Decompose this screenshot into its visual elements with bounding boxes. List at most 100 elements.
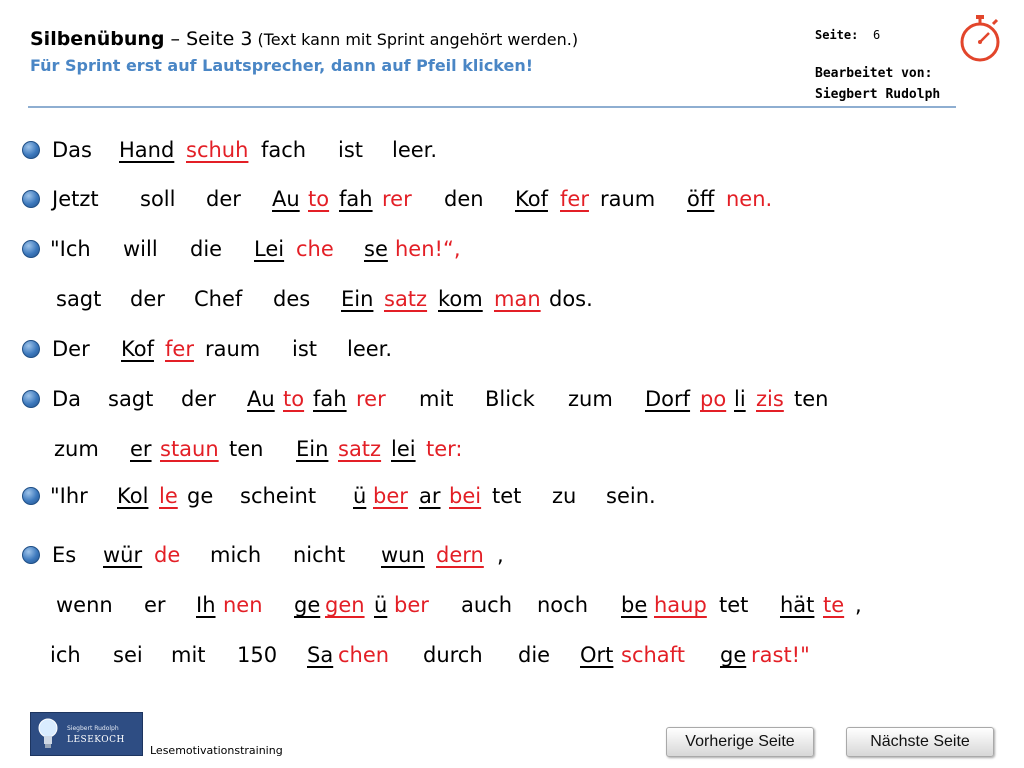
syllable: Chef: [194, 287, 243, 311]
syllable: Jetzt: [52, 187, 99, 211]
syllable: nen.: [726, 187, 773, 211]
syllable: te: [823, 593, 845, 617]
syllable: die: [190, 237, 223, 261]
syllable: mich: [210, 543, 262, 567]
syllable: Sa: [307, 643, 334, 667]
syllable: Au: [272, 187, 300, 211]
syllable: rer: [356, 387, 386, 411]
syllable: Ih: [196, 593, 216, 617]
sphere-bullet-icon[interactable]: [22, 340, 40, 358]
syllable: sein.: [606, 484, 656, 508]
syllable: ich: [50, 643, 81, 667]
syllable: nicht: [293, 543, 346, 567]
syllable: der: [130, 287, 165, 311]
syllable: des: [273, 287, 311, 311]
syllable: be: [621, 593, 648, 617]
syllable: den: [444, 187, 484, 211]
syllable: ge: [187, 484, 214, 508]
syllable: durch: [423, 643, 483, 667]
syllable: Kof: [515, 187, 548, 211]
previous-page-button[interactable]: Vorherige Seite: [666, 727, 814, 757]
syllable: zis: [756, 387, 784, 411]
syllable: dos.: [549, 287, 593, 311]
title-separator: –: [164, 28, 187, 50]
text-line: Das Hand schuh fach ist leer.: [0, 135, 1024, 167]
syllable: öff: [687, 187, 715, 211]
sphere-bullet-icon[interactable]: [22, 487, 40, 505]
syllable: rer: [382, 187, 412, 211]
syllable: rast!": [751, 643, 810, 667]
syllable: ten: [794, 387, 829, 411]
title-bold: Silbenübung: [30, 28, 165, 50]
syllable: zu: [552, 484, 577, 508]
syllable: Der: [52, 337, 90, 361]
sphere-bullet-icon[interactable]: [22, 240, 40, 258]
syllable: chen: [338, 643, 390, 667]
syllable: ist: [338, 138, 364, 162]
syllable: to: [308, 187, 330, 211]
syllable: mit: [171, 643, 206, 667]
editor-name: Siegbert Rudolph: [815, 87, 941, 102]
syllable: se: [364, 237, 388, 261]
syllable: zum: [54, 437, 99, 461]
sphere-bullet-icon[interactable]: [22, 190, 40, 208]
syllable: tet: [492, 484, 522, 508]
syllable: will: [123, 237, 158, 261]
page-label: Seite:: [815, 28, 859, 42]
syllable: Blick: [485, 387, 535, 411]
syllable: staun: [160, 437, 219, 461]
syllable: Dorf: [645, 387, 691, 411]
next-page-button[interactable]: Nächste Seite: [846, 727, 994, 757]
page-subtitle: Für Sprint erst auf Lautsprecher, dann a…: [30, 56, 534, 75]
syllable: er: [130, 437, 152, 461]
syllable: auch: [461, 593, 513, 617]
syllable: "Ich: [50, 237, 91, 261]
syllable: der: [181, 387, 216, 411]
syllable: dern: [436, 543, 484, 567]
syllable: satz: [384, 287, 428, 311]
syllable: die: [518, 643, 551, 667]
text-line: wenn er Ih nen ge gen ü ber auch noch be haup tet hät…: [0, 590, 1024, 622]
syllable: schuh: [186, 138, 249, 162]
title-page: Seite 3: [186, 28, 253, 50]
sphere-bullet-icon[interactable]: [22, 390, 40, 408]
syllable: raum: [205, 337, 261, 361]
text-line: sagt der Chef des Ein satz kom man dos.: [0, 284, 1024, 316]
syllable: Kol: [117, 484, 149, 508]
syllable: le: [159, 484, 178, 508]
syllable: fer: [560, 187, 589, 211]
syllable: ber: [394, 593, 429, 617]
stopwatch-icon[interactable]: [956, 13, 1004, 63]
syllable: schaft: [621, 643, 685, 667]
page-title: Silbenübung – Seite 3 (Text kann mit Spr…: [30, 28, 578, 50]
syllable: che: [296, 237, 334, 261]
syllable: ,: [497, 543, 504, 567]
syllable: po: [700, 387, 727, 411]
footer-label: Lesemotivationstraining: [150, 744, 283, 757]
syllable: ber: [373, 484, 408, 508]
sphere-bullet-icon[interactable]: [22, 546, 40, 564]
syllable: raum: [600, 187, 656, 211]
syllable: gen: [325, 593, 365, 617]
syllable: ist: [292, 337, 318, 361]
sphere-bullet-icon[interactable]: [22, 141, 40, 159]
text-line: "Ich will die Lei che se hen!“,: [0, 234, 1024, 266]
syllable: sagt: [108, 387, 154, 411]
syllable: leer.: [392, 138, 438, 162]
text-line: Da sagt der Au to fah rer mit Blick zum Dorf po li zi…: [0, 384, 1024, 416]
text-line: ich sei mit 150 Sa chen durch die Ort schaft ge ras…: [0, 640, 1024, 672]
syllable: Das: [52, 138, 92, 162]
syllable: li: [734, 387, 746, 411]
syllable: wun: [381, 543, 425, 567]
header-divider: [28, 106, 956, 108]
syllable: 150: [237, 643, 278, 667]
syllable: Hand: [119, 138, 175, 162]
syllable: ü: [353, 484, 367, 508]
syllable: Ein: [341, 287, 374, 311]
syllable: Es: [52, 543, 77, 567]
editor-label: Bearbeitet von:: [815, 66, 933, 81]
syllable: bei: [449, 484, 482, 508]
syllable: soll: [140, 187, 176, 211]
syllable: der: [206, 187, 241, 211]
syllable: fah: [339, 187, 373, 211]
